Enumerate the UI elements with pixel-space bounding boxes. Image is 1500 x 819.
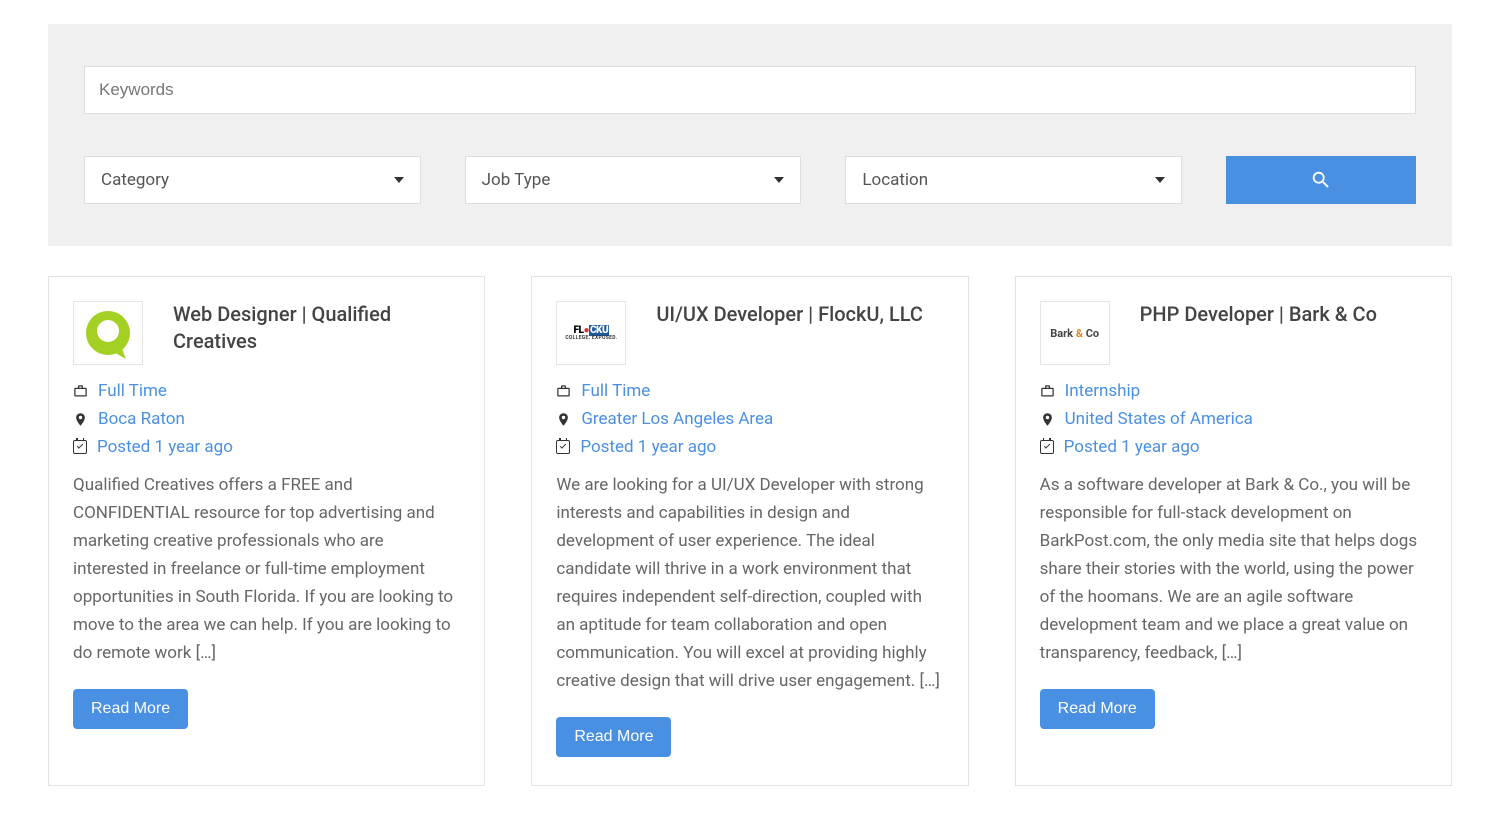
job-location-line: Boca Raton (73, 409, 460, 429)
job-description: We are looking for a UI/UX Developer wit… (556, 471, 943, 695)
job-description: Qualified Creatives offers a FREE and CO… (73, 471, 460, 667)
briefcase-icon (556, 384, 571, 399)
job-location-line: United States of America (1040, 409, 1427, 429)
job-posted-line: Posted 1 year ago (556, 437, 943, 457)
calendar-icon (1040, 440, 1054, 454)
job-posted-link[interactable]: Posted 1 year ago (1064, 437, 1200, 457)
job-type-link[interactable]: Internship (1065, 381, 1141, 401)
chevron-down-icon (1155, 177, 1165, 183)
job-card: Bark & Co PHP Developer | Bark & Co Inte… (1015, 276, 1452, 786)
job-location-link[interactable]: Greater Los Angeles Area (581, 409, 773, 429)
filters-row: Category Job Type Location (84, 156, 1416, 204)
job-location-link[interactable]: Boca Raton (98, 409, 185, 429)
chevron-down-icon (774, 177, 784, 183)
job-cards-row: Web Designer | Qualified Creatives Full … (48, 276, 1452, 786)
category-select[interactable]: Category (84, 156, 421, 204)
briefcase-icon (73, 384, 88, 399)
job-type-link[interactable]: Full Time (581, 381, 650, 401)
calendar-icon (73, 440, 87, 454)
job-title[interactable]: PHP Developer | Bark & Co (1140, 301, 1377, 328)
category-select-label: Category (101, 170, 169, 190)
company-logo: Bark & Co (1040, 301, 1110, 365)
company-logo: FL●CKU COLLEGE. EXPOSED. (556, 301, 626, 365)
read-more-button[interactable]: Read More (556, 717, 671, 757)
job-type-line: Internship (1040, 381, 1427, 401)
job-type-line: Full Time (556, 381, 943, 401)
location-pin-icon (556, 412, 571, 427)
job-location-line: Greater Los Angeles Area (556, 409, 943, 429)
calendar-icon (556, 440, 570, 454)
job-posted-link[interactable]: Posted 1 year ago (580, 437, 716, 457)
job-type-link[interactable]: Full Time (98, 381, 167, 401)
job-location-link[interactable]: United States of America (1065, 409, 1253, 429)
job-description: As a software developer at Bark & Co., y… (1040, 471, 1427, 667)
job-card: FL●CKU COLLEGE. EXPOSED. UI/UX Developer… (531, 276, 968, 786)
location-pin-icon (73, 412, 88, 427)
job-posted-line: Posted 1 year ago (73, 437, 460, 457)
job-card: Web Designer | Qualified Creatives Full … (48, 276, 485, 786)
location-select-label: Location (862, 170, 928, 190)
search-button[interactable] (1226, 156, 1416, 204)
search-panel: Category Job Type Location (48, 24, 1452, 246)
keywords-input[interactable] (84, 66, 1416, 114)
location-pin-icon (1040, 412, 1055, 427)
jobtype-select-label: Job Type (482, 170, 551, 190)
job-title[interactable]: Web Designer | Qualified Creatives (173, 301, 460, 355)
job-posted-line: Posted 1 year ago (1040, 437, 1427, 457)
job-type-line: Full Time (73, 381, 460, 401)
read-more-button[interactable]: Read More (1040, 689, 1155, 729)
search-icon (1310, 169, 1332, 191)
read-more-button[interactable]: Read More (73, 689, 188, 729)
company-logo (73, 301, 143, 365)
job-title[interactable]: UI/UX Developer | FlockU, LLC (656, 301, 923, 328)
job-posted-link[interactable]: Posted 1 year ago (97, 437, 233, 457)
location-select[interactable]: Location (845, 156, 1182, 204)
briefcase-icon (1040, 384, 1055, 399)
jobtype-select[interactable]: Job Type (465, 156, 802, 204)
chevron-down-icon (394, 177, 404, 183)
